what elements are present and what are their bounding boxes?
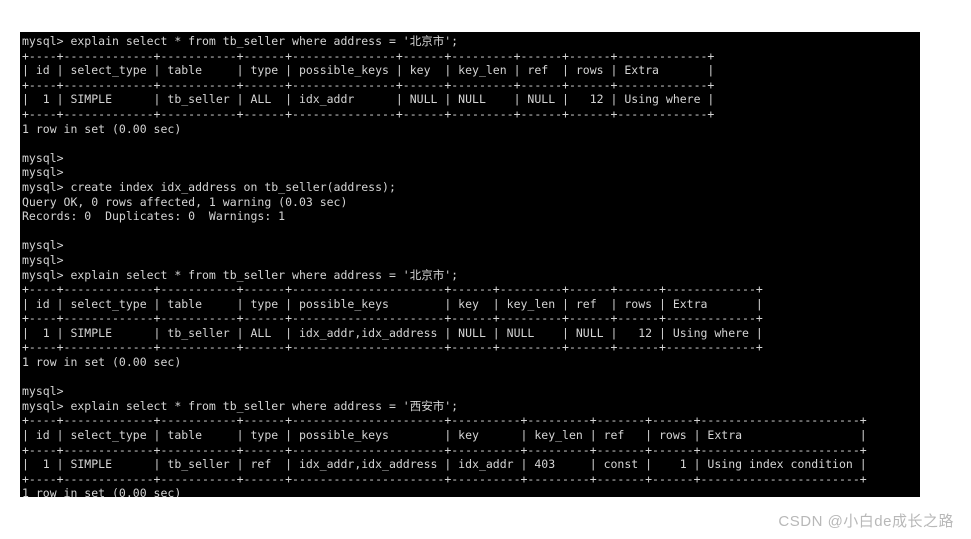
csdn-watermark: CSDN @小白de成长之路 bbox=[778, 513, 954, 530]
terminal-line: +----+-------------+-----------+------+-… bbox=[22, 340, 763, 355]
terminal-line: Query OK, 0 rows affected, 1 warning (0.… bbox=[22, 194, 348, 209]
terminal-line: +----+-------------+-----------+------+-… bbox=[22, 282, 763, 297]
terminal-line: Records: 0 Duplicates: 0 Warnings: 1 bbox=[22, 209, 286, 224]
terminal-line: mysql> create index idx_address on tb_se… bbox=[22, 179, 396, 194]
terminal-line: 1 row in set (0.00 sec) bbox=[22, 355, 182, 370]
terminal-line: +----+-------------+-----------+------+-… bbox=[22, 442, 867, 457]
terminal-line: | 1 | SIMPLE | tb_seller | ref | idx_add… bbox=[22, 457, 867, 472]
terminal-line: mysql> bbox=[22, 150, 64, 165]
terminal-line: | id | select_type | table | type | poss… bbox=[22, 428, 867, 443]
terminal-line: +----+-------------+-----------+------+-… bbox=[22, 311, 763, 326]
terminal-line: +----+-------------+-----------+------+-… bbox=[22, 413, 867, 428]
terminal-line: +----+-------------+-----------+------+-… bbox=[22, 48, 715, 63]
terminal-line: 1 row in set (0.00 sec) bbox=[22, 121, 182, 136]
terminal-line: | 1 | SIMPLE | tb_seller | ALL | idx_add… bbox=[22, 92, 715, 107]
terminal-line: mysql> bbox=[22, 238, 64, 253]
terminal-line: | id | select_type | table | type | poss… bbox=[22, 296, 763, 311]
terminal-line: mysql> explain select * from tb_seller w… bbox=[22, 34, 459, 48]
terminal-line: +----+-------------+-----------+------+-… bbox=[22, 106, 715, 121]
terminal-line: mysql> bbox=[22, 252, 64, 267]
terminal-line: +----+-------------+-----------+------+-… bbox=[22, 471, 867, 486]
terminal-line: +----+-------------+-----------+------+-… bbox=[22, 77, 715, 92]
terminal-line: mysql> bbox=[22, 165, 64, 180]
mysql-terminal-window[interactable]: mysql> explain select * from tb_seller w… bbox=[20, 32, 920, 497]
terminal-line: mysql> explain select * from tb_seller w… bbox=[22, 267, 459, 282]
terminal-line: | 1 | SIMPLE | tb_seller | ALL | idx_add… bbox=[22, 325, 763, 340]
terminal-line: 1 row in set (0.00 sec) bbox=[22, 486, 182, 497]
terminal-line: mysql> explain select * from tb_seller w… bbox=[22, 398, 459, 413]
terminal-line: | id | select_type | table | type | poss… bbox=[22, 63, 715, 78]
terminal-output: mysql> explain select * from tb_seller w… bbox=[22, 34, 920, 497]
terminal-line: mysql> bbox=[22, 384, 64, 399]
